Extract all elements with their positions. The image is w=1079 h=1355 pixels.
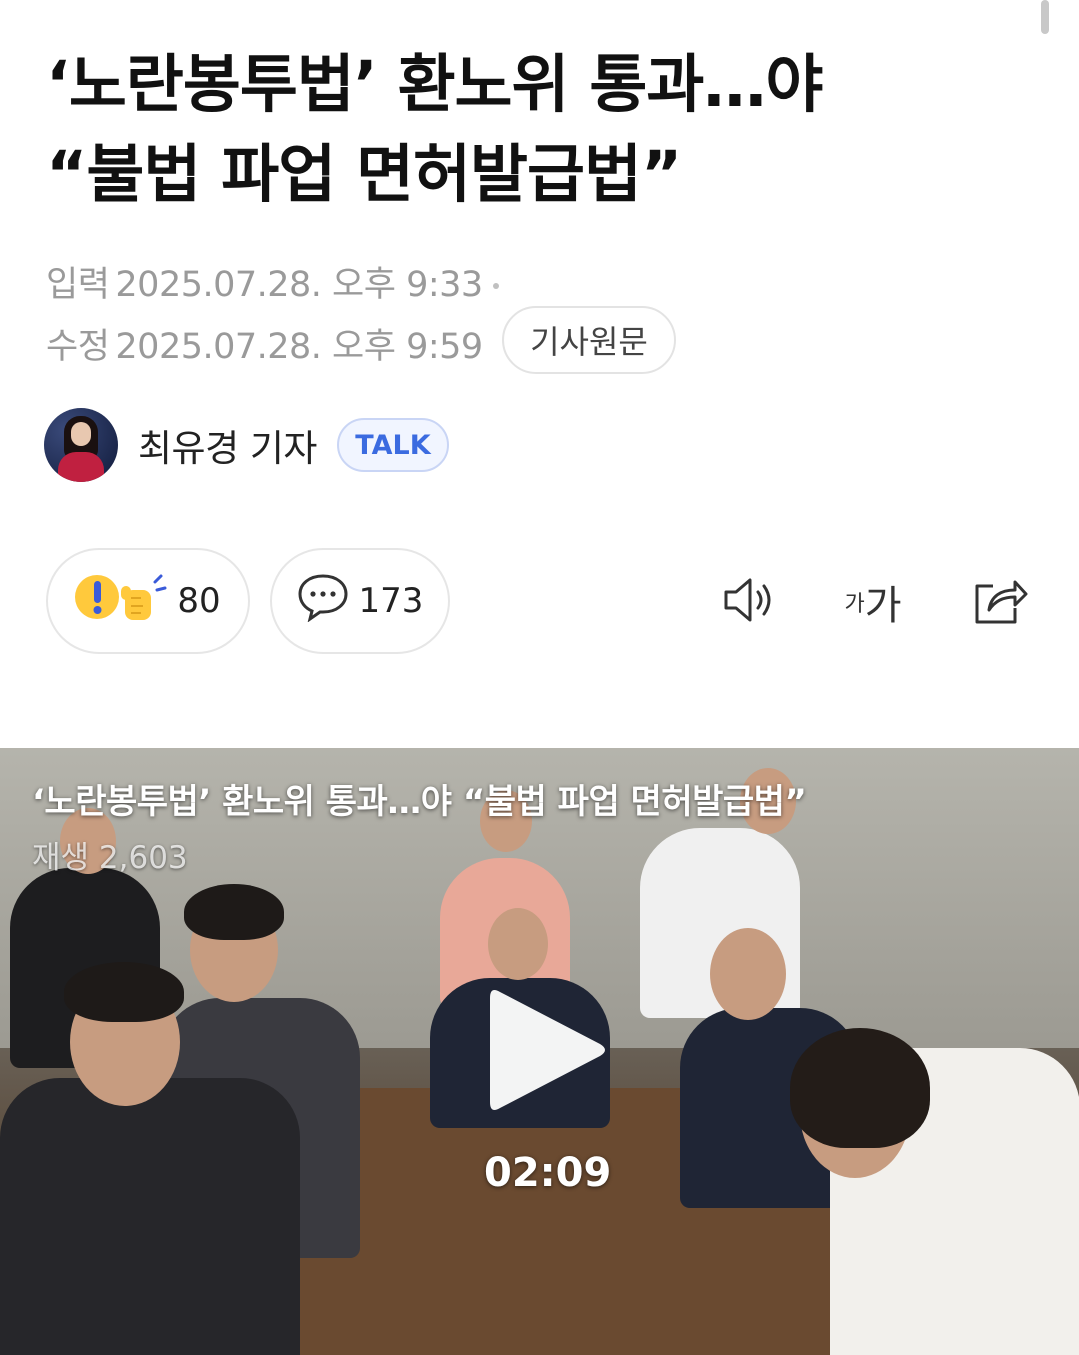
reaction-emoji-icon bbox=[75, 570, 167, 633]
font-size-button[interactable]: 가가 bbox=[836, 572, 910, 632]
talk-button[interactable]: TALK bbox=[336, 418, 449, 472]
video-title: ‘노란봉투법’ 환노위 통과…야 “불법 파업 면허발급법” bbox=[32, 782, 807, 822]
published-value: 2025.07.28. 오후 9:33 bbox=[115, 265, 483, 305]
font-size-large-label: 가 bbox=[864, 583, 902, 629]
modified-value: 2025.07.28. 오후 9:59 bbox=[115, 327, 483, 367]
reaction-count: 80 bbox=[177, 581, 221, 621]
headline-line-2: “불법 파업 면허발급법” bbox=[46, 138, 682, 211]
separator-dot bbox=[492, 283, 499, 289]
audio-button[interactable] bbox=[718, 572, 782, 632]
speaker-icon bbox=[720, 574, 780, 630]
video-views: 재생 2,603 bbox=[32, 840, 188, 876]
reaction-button[interactable]: 80 bbox=[46, 548, 250, 654]
video-duration: 02:09 bbox=[484, 1150, 612, 1196]
article-headline: ‘노란봉투법’ 환노위 통과…야 “불법 파업 면허발급법” bbox=[46, 40, 1006, 220]
comment-count: 173 bbox=[358, 581, 424, 621]
published-label: 입력 bbox=[46, 265, 110, 305]
play-button[interactable] bbox=[482, 980, 612, 1120]
reporter-name[interactable]: 최유경 기자 bbox=[138, 418, 317, 472]
modified-label: 수정 bbox=[46, 327, 110, 367]
published-time: 입력 2025.07.28. 오후 9:33 bbox=[46, 256, 499, 307]
headline-line-1: ‘노란봉투법’ 환노위 통과…야 bbox=[46, 48, 823, 121]
play-icon bbox=[482, 990, 612, 1124]
original-article-button[interactable]: 기사원문 bbox=[502, 306, 676, 374]
video-player[interactable]: ‘노란봉투법’ 환노위 통과…야 “불법 파업 면허발급법” 재생 2,603 … bbox=[0, 748, 1079, 1355]
share-icon bbox=[971, 574, 1029, 630]
comment-bubble-icon bbox=[297, 572, 349, 631]
share-button[interactable] bbox=[968, 572, 1032, 632]
scrollbar[interactable] bbox=[1041, 0, 1049, 34]
modified-time: 수정 2025.07.28. 오후 9:59 bbox=[46, 318, 483, 369]
comment-button[interactable]: 173 bbox=[270, 548, 450, 654]
reporter-avatar[interactable] bbox=[44, 408, 118, 482]
font-size-small-label: 가 bbox=[844, 592, 865, 617]
reporter-info: 최유경 기자 TALK bbox=[44, 408, 449, 482]
